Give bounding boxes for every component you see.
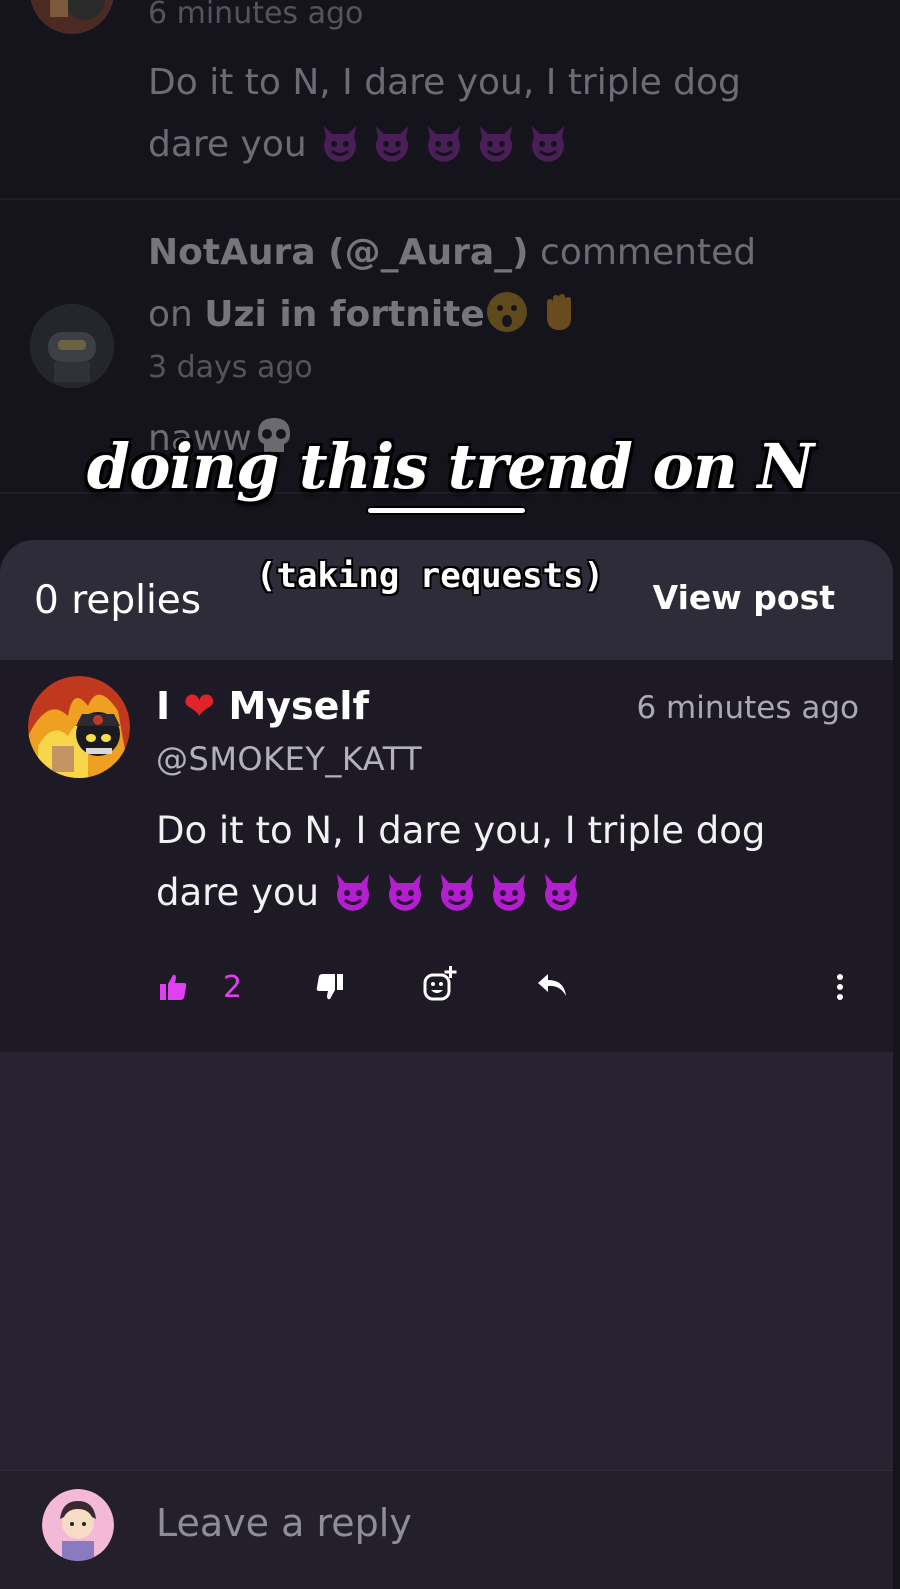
feed-time: 6 minutes ago [148, 0, 364, 31]
reply-input[interactable] [156, 1501, 756, 1545]
comment-card: I ❤ Myself 6 minutes ago @SMOKEY_KATT Do… [0, 660, 893, 1052]
avatar [30, 304, 114, 388]
add-reaction-icon[interactable] [422, 966, 458, 1002]
devil-emoji-icon [388, 874, 421, 911]
devil-emoji-icon [428, 126, 461, 162]
comment-time: 6 minutes ago [636, 690, 859, 726]
frowning-emoji-icon [486, 292, 527, 332]
heart-icon: ❤ [183, 684, 216, 728]
devil-emoji-icon [544, 874, 577, 911]
reply-bar [0, 1470, 893, 1589]
comment-author-name[interactable]: I ❤ Myself [156, 684, 369, 728]
devil-emoji-icon [336, 874, 369, 911]
comment-handle[interactable]: @SMOKEY_KATT [156, 740, 422, 778]
more-vertical-icon[interactable] [834, 972, 846, 1002]
avatar[interactable] [28, 676, 130, 778]
feed-notification: NotAura (@_Aura_) commented on Uzi in fo… [148, 232, 757, 335]
overlay-subcaption: (taking requests) [256, 556, 604, 596]
replies-sheet: 0 replies View post I ❤ Myself 6 minutes… [0, 540, 893, 1588]
avatar[interactable] [42, 1489, 114, 1561]
devil-emoji-icon [480, 126, 513, 162]
comment-actions: 2 [0, 960, 893, 1020]
thumbs-down-icon[interactable] [315, 972, 345, 1002]
devil-emoji-icon [324, 126, 357, 162]
devil-emoji-icon [376, 126, 409, 162]
feed-time: 3 days ago [148, 350, 313, 385]
avatar [30, 0, 114, 34]
feed-body: Do it to N, I dare you, I triple dog dar… [148, 62, 741, 165]
like-count: 2 [223, 970, 243, 1005]
divider [0, 198, 900, 200]
thumbs-up-icon[interactable] [158, 972, 188, 1002]
reply-icon[interactable] [536, 972, 568, 1000]
devil-emoji-icon [440, 874, 473, 911]
comment-body: Do it to N, I dare you, I triple dog dar… [156, 809, 766, 914]
devil-emoji-icon [532, 126, 565, 162]
devil-emoji-icon [492, 874, 525, 911]
caption-underline [368, 508, 525, 513]
overlay-caption: doing this trend on N [86, 430, 814, 503]
raised-hand-emoji-icon [546, 294, 571, 330]
